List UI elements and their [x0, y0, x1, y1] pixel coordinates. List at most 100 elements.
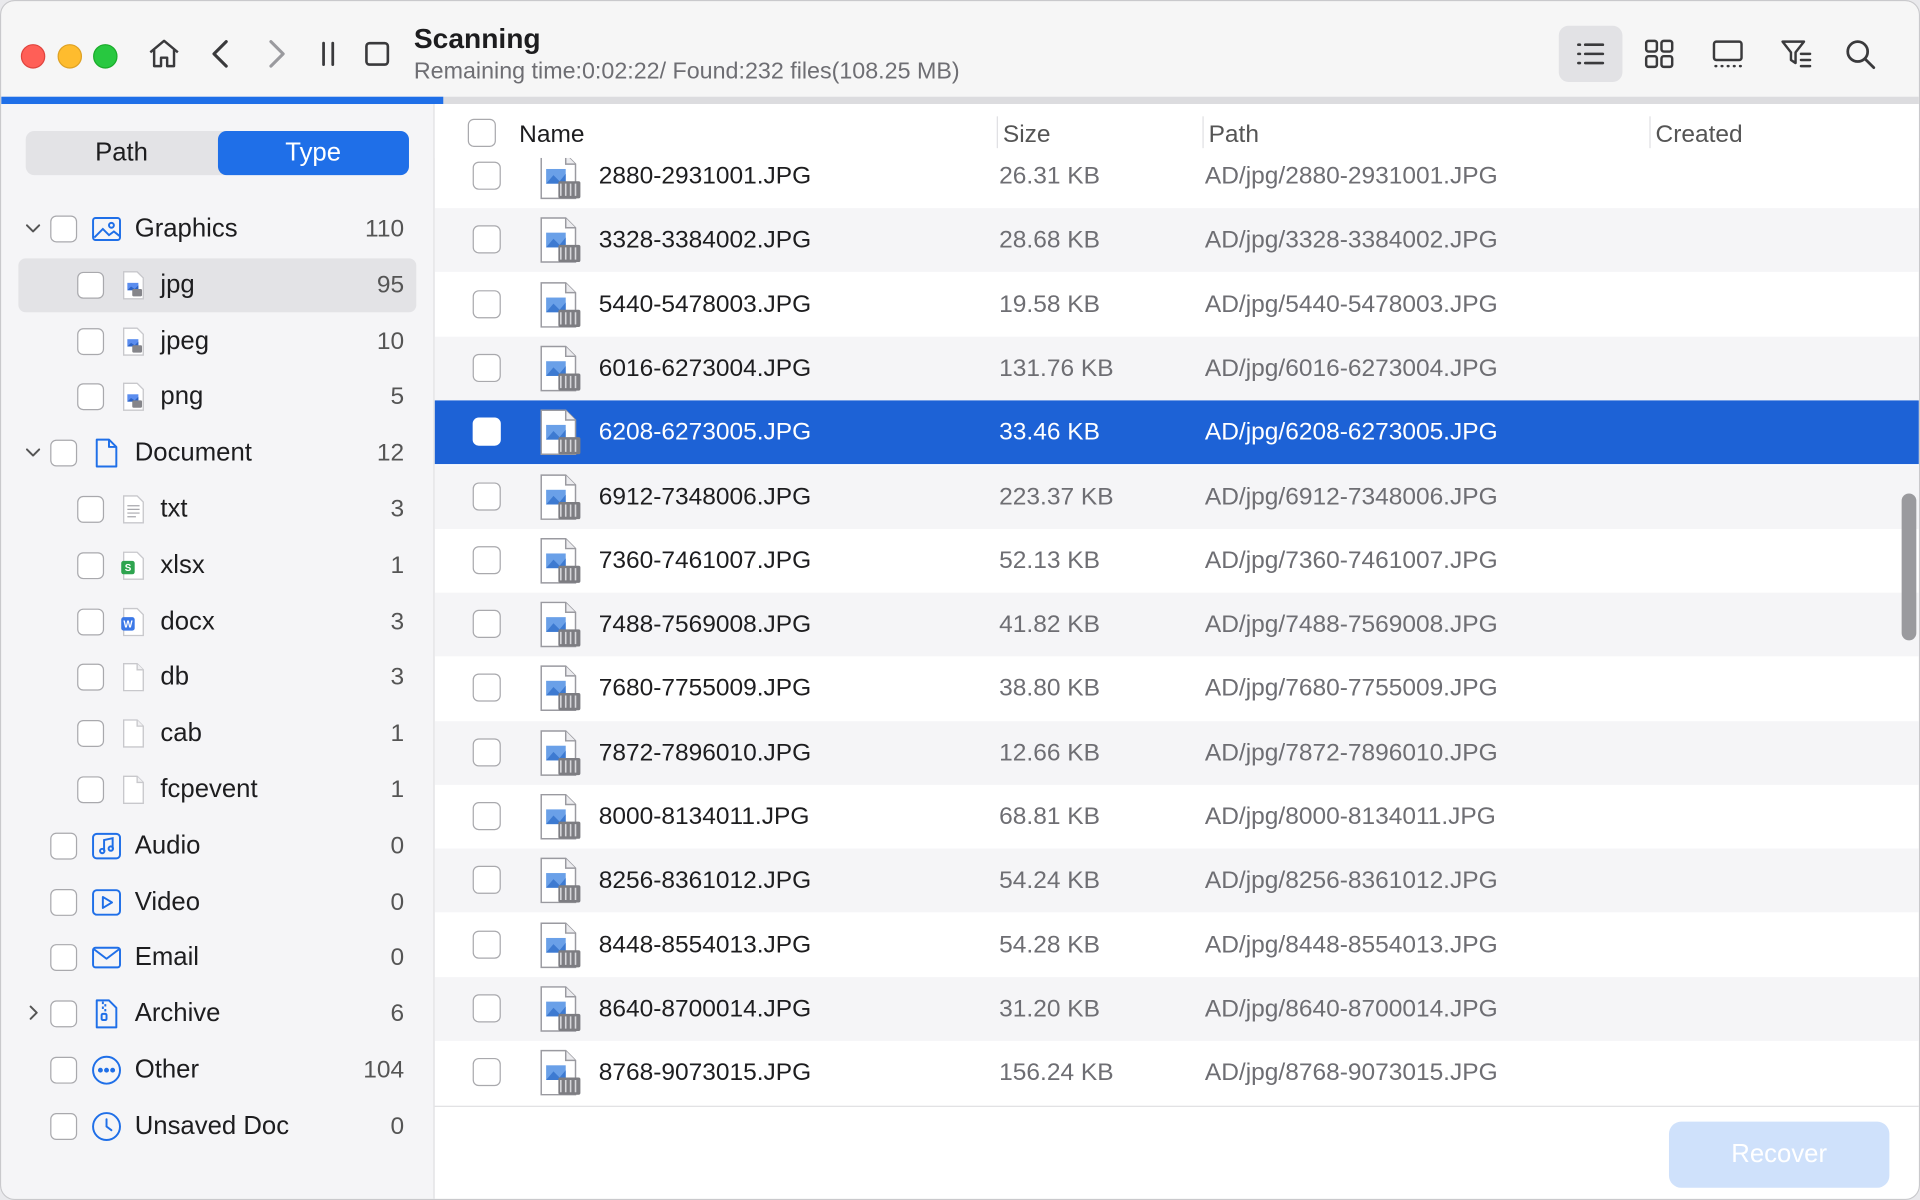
tree-item-png[interactable]: png 5	[18, 370, 416, 424]
tree-item-document[interactable]: Document 12	[18, 426, 416, 480]
table-row[interactable]: 6912-7348006.JPG 223.37 KB AD/jpg/6912-734…	[434, 464, 1919, 529]
scan-title: Scanning	[413, 22, 541, 54]
select-all-checkbox[interactable]	[467, 118, 496, 147]
tree-item-checkbox[interactable]	[77, 383, 105, 411]
tree-item-checkbox[interactable]	[77, 495, 105, 523]
tree-item-db[interactable]: db 3	[18, 651, 416, 705]
tree-item-checkbox[interactable]	[50, 1000, 78, 1028]
tree-item-checkbox[interactable]	[77, 327, 105, 355]
tree-item-txt[interactable]: txt 3	[18, 482, 416, 536]
tree-item-email[interactable]: Email 0	[18, 931, 416, 985]
forward-icon[interactable]	[255, 33, 297, 75]
tree-item-checkbox[interactable]	[50, 1112, 78, 1140]
tree-item-checkbox[interactable]	[77, 551, 105, 579]
table-row[interactable]: 8448-8554013.JPG 54.28 KB AD/jpg/8448-8554…	[435, 913, 1919, 977]
table-row[interactable]: 8640-8700014.JPG 31.20 KB AD/jpg/8640-8700…	[434, 977, 1919, 1041]
back-icon[interactable]	[201, 33, 243, 75]
column-divider[interactable]	[996, 116, 998, 149]
row-checkbox[interactable]	[472, 545, 501, 575]
tree-item-archive[interactable]: Archive 6	[18, 987, 416, 1041]
file-size: 12.66 KB	[999, 739, 1100, 767]
row-checkbox[interactable]	[472, 930, 501, 959]
table-row[interactable]: 7680-7755009.JPG 38.80 KB AD/jpg/7680-7755…	[435, 657, 1919, 721]
pause-icon[interactable]	[307, 33, 349, 75]
tree-item-jpg[interactable]: jpg 95	[18, 258, 417, 312]
tree-item-count: 0	[390, 832, 405, 860]
column-header-size[interactable]: Size	[1003, 121, 1051, 149]
file-path: AD/jpg/8640-8700014.JPG	[1204, 995, 1498, 1023]
row-checkbox[interactable]	[472, 161, 501, 190]
row-checkbox[interactable]	[472, 673, 501, 703]
column-divider[interactable]	[1202, 116, 1204, 149]
table-row[interactable]: 6016-6273004.JPG 131.76 KB AD/jpg/6016-627…	[434, 336, 1919, 401]
tree-item-audio[interactable]: Audio 0	[18, 819, 416, 873]
column-header-path[interactable]: Path	[1209, 121, 1259, 149]
table-row[interactable]: 7360-7461007.JPG 52.13 KB AD/jpg/7360-7461…	[435, 529, 1919, 593]
tree-item-checkbox[interactable]	[77, 720, 105, 748]
row-checkbox[interactable]	[472, 225, 501, 254]
tree-item-checkbox[interactable]	[50, 832, 78, 860]
tree-item-xlsx[interactable]: Sxlsx 1	[18, 539, 416, 593]
row-checkbox[interactable]	[472, 802, 501, 831]
file-name: 7680-7755009.JPG	[598, 675, 812, 703]
row-checkbox[interactable]	[472, 609, 501, 639]
tab-type[interactable]: Type	[217, 131, 409, 176]
row-checkbox[interactable]	[472, 866, 501, 895]
jpg-file-icon	[536, 536, 585, 585]
preview-view-button[interactable]	[1696, 26, 1760, 82]
row-checkbox[interactable]	[472, 1058, 501, 1087]
tab-path[interactable]: Path	[26, 131, 218, 175]
table-row[interactable]: 7488-7569008.JPG 41.82 KB AD/jpg/7488-7569…	[434, 592, 1919, 657]
table-row[interactable]: 6208-6273005.JPG 33.46 KB AD/jpg/6208-6273…	[434, 400, 1919, 465]
tree-item-checkbox[interactable]	[50, 215, 78, 243]
column-header-name[interactable]: Name	[519, 121, 584, 149]
tree-item-cab[interactable]: cab 1	[18, 707, 416, 761]
table-row[interactable]: 8000-8134011.JPG 68.81 KB AD/jpg/8000-8134…	[435, 785, 1919, 849]
tree-item-checkbox[interactable]	[77, 664, 105, 692]
list-view-button[interactable]	[1558, 25, 1623, 83]
tree-item-checkbox[interactable]	[50, 888, 78, 916]
stop-icon[interactable]	[356, 33, 398, 75]
tree-item-video[interactable]: Video 0	[18, 875, 416, 929]
table-row[interactable]: 3328-3384002.JPG 28.68 KB AD/jpg/3328-3384…	[434, 208, 1919, 273]
tree-item-checkbox[interactable]	[50, 1056, 78, 1084]
jpg-file-icon	[536, 728, 585, 777]
grid-view-button[interactable]	[1627, 26, 1691, 82]
tree-item-checkbox[interactable]	[77, 271, 105, 299]
tree-item-jpeg[interactable]: jpeg 10	[18, 314, 416, 368]
tree-item-checkbox[interactable]	[50, 944, 78, 972]
column-divider[interactable]	[1649, 116, 1651, 149]
tree-item-docx[interactable]: Wdocx 3	[18, 595, 416, 649]
row-checkbox[interactable]	[472, 737, 501, 767]
row-checkbox[interactable]	[472, 353, 501, 382]
tree-item-unsaved-doc[interactable]: Unsaved Doc 0	[18, 1099, 416, 1153]
row-checkbox[interactable]	[472, 481, 501, 511]
tree-item-label: cab	[160, 719, 202, 748]
tree-item-checkbox[interactable]	[77, 608, 105, 636]
home-icon[interactable]	[143, 33, 185, 75]
chevron-right-icon[interactable]	[23, 1003, 43, 1023]
tree-item-checkbox[interactable]	[50, 439, 78, 467]
row-checkbox[interactable]	[472, 289, 501, 318]
tree-item-fcpevent[interactable]: fcpevent 1	[18, 763, 416, 817]
chevron-down-icon[interactable]	[23, 442, 43, 462]
tree-item-graphics[interactable]: Graphics 110	[18, 202, 416, 256]
filter-button[interactable]	[1764, 26, 1828, 82]
row-checkbox[interactable]	[472, 417, 501, 446]
row-checkbox[interactable]	[472, 994, 501, 1023]
zoom-window-button[interactable]	[93, 44, 118, 69]
tree-item-checkbox[interactable]	[77, 776, 105, 804]
recover-button[interactable]: Recover	[1668, 1121, 1890, 1188]
chevron-down-icon[interactable]	[23, 218, 43, 238]
vertical-scrollbar[interactable]	[1901, 493, 1917, 641]
table-row[interactable]: 8256-8361012.JPG 54.24 KB AD/jpg/8256-8361…	[434, 848, 1919, 913]
table-row[interactable]: 7872-7896010.JPG 12.66 KB AD/jpg/7872-7896…	[434, 720, 1919, 785]
table-row[interactable]: 5440-5478003.JPG 19.58 KB AD/jpg/5440-5478…	[435, 273, 1919, 337]
close-window-button[interactable]	[20, 44, 46, 69]
tree-item-other[interactable]: Other 104	[18, 1043, 416, 1097]
tree-item-label: Video	[134, 887, 201, 916]
table-row[interactable]: 8768-9073015.JPG 156.24 KB AD/jpg/8768-907…	[435, 1041, 1919, 1105]
column-header-created[interactable]: Created	[1656, 121, 1743, 149]
search-button[interactable]	[1828, 26, 1892, 82]
minimize-window-button[interactable]	[57, 44, 83, 69]
